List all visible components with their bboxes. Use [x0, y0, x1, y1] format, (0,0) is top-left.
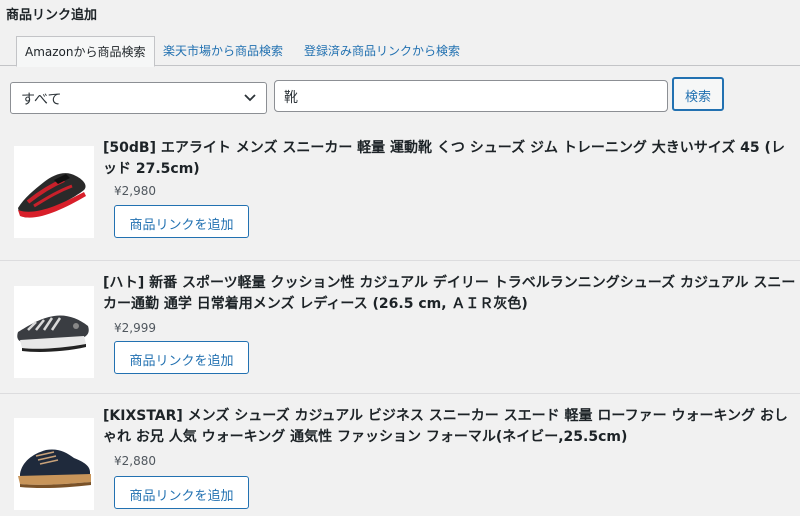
navy-suede-shoe-image	[14, 418, 94, 510]
product-name: [50dB] エアライト メンズ スニーカー 軽量 運動靴 くつ シューズ ジム…	[103, 140, 785, 177]
search-input[interactable]: 靴	[274, 80, 668, 112]
result-item: [50dB] エアライト メンズ スニーカー 軽量 運動靴 くつ シューズ ジム…	[0, 124, 800, 260]
add-product-link-button[interactable]: 商品リンクを追加	[114, 476, 249, 509]
search-button[interactable]: 検索	[672, 77, 724, 111]
product-price: ¥2,880	[114, 454, 156, 468]
page-title: 商品リンク追加	[6, 8, 98, 23]
gray-running-shoe-image	[14, 286, 94, 378]
search-results: [50dB] エアライト メンズ スニーカー 軽量 運動靴 くつ シューズ ジム…	[0, 124, 800, 510]
category-select[interactable]: すべて	[10, 82, 267, 114]
product-thumbnail	[14, 418, 94, 510]
product-name: [KIXSTAR] メンズ シューズ カジュアル ビジネス スニーカー スエード…	[103, 408, 788, 445]
tab-rakuten-search[interactable]: 楽天市場から商品検索	[155, 36, 291, 66]
tab-amazon-search[interactable]: Amazonから商品検索	[16, 36, 155, 67]
product-thumbnail	[14, 146, 94, 238]
add-product-link-button[interactable]: 商品リンクを追加	[114, 341, 249, 374]
result-item: [KIXSTAR] メンズ シューズ カジュアル ビジネス スニーカー スエード…	[0, 394, 800, 516]
tab-registered-links-search[interactable]: 登録済み商品リンクから検索	[296, 36, 468, 66]
product-price: ¥2,999	[114, 321, 156, 335]
result-item: [ハト] 新番 スポーツ軽量 クッション性 カジュアル デイリー トラベルランニ…	[0, 261, 800, 393]
add-product-link-button[interactable]: 商品リンクを追加	[114, 205, 249, 238]
category-select-value: すべて	[21, 92, 62, 108]
search-bar: すべて 靴 検索	[0, 66, 800, 124]
search-source-tabs: Amazonから商品検索 楽天市場から商品検索 登録済み商品リンクから検索	[0, 26, 800, 67]
product-name: [ハト] 新番 スポーツ軽量 クッション性 カジュアル デイリー トラベルランニ…	[103, 275, 796, 312]
red-black-sneaker-image	[14, 146, 94, 238]
chevron-down-icon	[244, 94, 256, 102]
product-price: ¥2,980	[114, 184, 156, 198]
product-thumbnail	[14, 286, 94, 378]
